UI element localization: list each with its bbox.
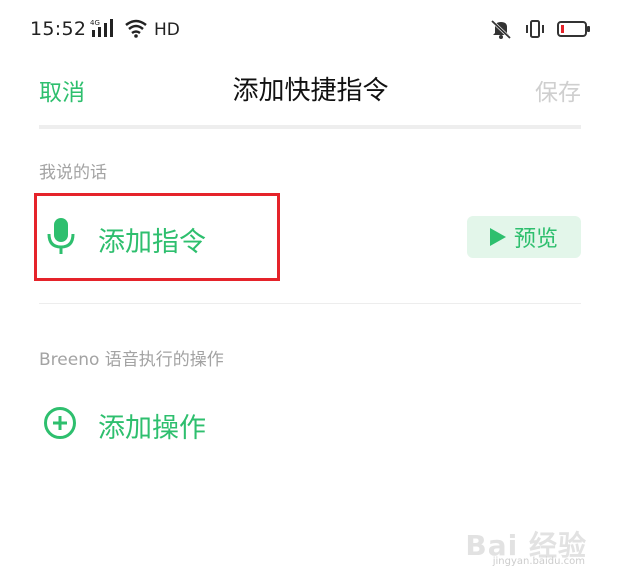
preview-label: 预览 [513, 227, 558, 252]
status-time: 15:52 [30, 18, 87, 40]
section-divider [39, 303, 581, 304]
header-divider [39, 125, 581, 129]
cellular-signal-icon: 4G [90, 18, 118, 42]
network-type: 4G [90, 19, 100, 27]
phrase-section-label: 我说的话 [39, 163, 107, 183]
page-title: 添加快捷指令 [232, 76, 389, 106]
status-right-icons [489, 18, 591, 44]
save-button[interactable]: 保存 [535, 73, 581, 107]
annotation-highlight-box [34, 193, 280, 281]
wifi-icon [124, 18, 148, 42]
status-left-icons: 4G HD [90, 18, 180, 42]
play-icon [489, 228, 506, 246]
add-action-button[interactable]: 添加操作 [98, 406, 206, 445]
preview-button[interactable]: 预览 [467, 216, 581, 258]
add-circle-icon[interactable] [43, 406, 77, 440]
vibrate-icon [523, 18, 547, 44]
battery-icon [557, 19, 591, 43]
watermark-url: jingyan.baidu.com [492, 556, 585, 567]
mute-bell-icon [489, 18, 513, 44]
hd-indicator: HD [154, 20, 180, 40]
actions-section-label: Breeno 语音执行的操作 [39, 350, 224, 370]
